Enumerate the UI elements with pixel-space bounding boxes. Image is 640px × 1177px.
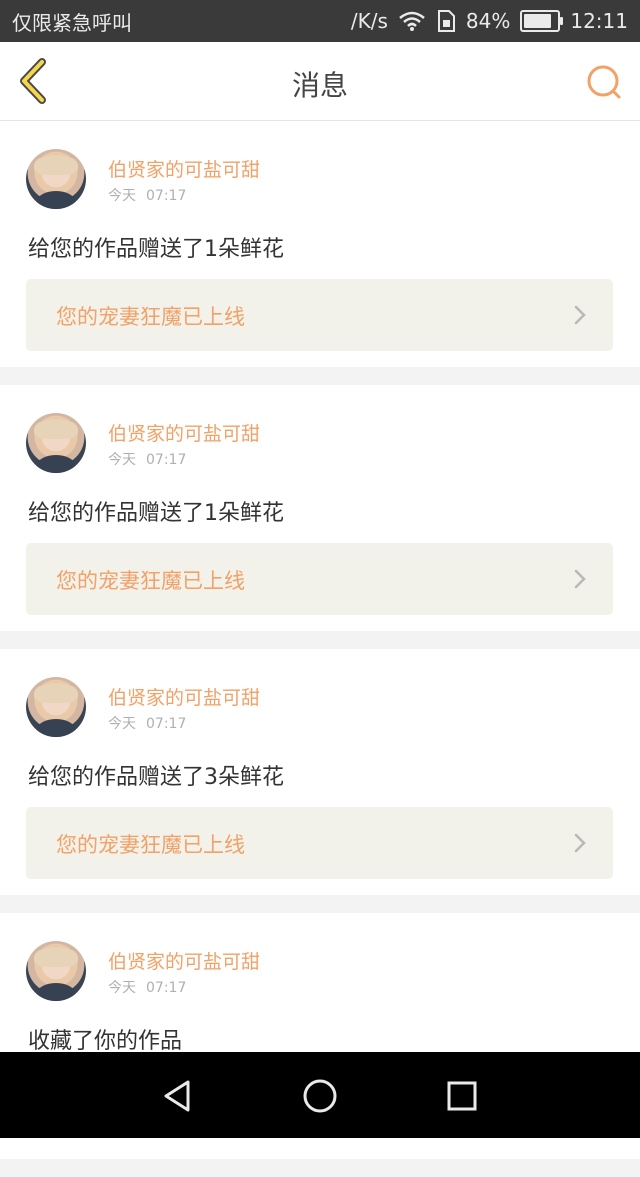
network-speed: /K/s — [350, 9, 388, 33]
work-title: 您的宠妻狂魔已上线 — [56, 305, 245, 329]
wifi-icon — [399, 11, 425, 31]
message-list: 伯贤家的可盐可甜 今天 07:17 给您的作品赠送了1朵鲜花 您的宠妻狂魔已上线 … — [0, 121, 640, 1177]
timestamp: 今天 07:17 — [108, 188, 187, 204]
battery-icon — [520, 10, 564, 32]
message-card[interactable]: 伯贤家的可盐可甜 今天 07:17 给您的作品赠送了1朵鲜花 您的宠妻狂魔已上线 — [0, 385, 640, 631]
status-bar: 仅限紧急呼叫 /K/s 84% 12:11 — [0, 0, 640, 42]
page-title: 消息 — [291, 69, 348, 102]
sim-icon — [437, 10, 455, 32]
timestamp: 今天 07:17 — [108, 980, 187, 996]
back-triangle-icon[interactable] — [158, 1076, 198, 1116]
avatar[interactable] — [26, 677, 86, 737]
message-card[interactable]: 伯贤家的可盐可甜 今天 07:17 给您的作品赠送了3朵鲜花 您的宠妻狂魔已上线 — [0, 649, 640, 895]
header-bar: 消息 — [0, 42, 640, 121]
timestamp: 今天 07:17 — [108, 716, 187, 732]
sender-name[interactable]: 伯贤家的可盐可甜 — [108, 947, 260, 974]
work-link[interactable]: 您的宠妻狂魔已上线 — [26, 279, 613, 351]
battery-percent: 84% — [465, 9, 511, 33]
clock: 12:11 — [570, 9, 628, 33]
avatar[interactable] — [26, 149, 86, 209]
timestamp: 今天 07:17 — [108, 452, 187, 468]
sender-name[interactable]: 伯贤家的可盐可甜 — [108, 683, 260, 710]
system-nav-bar — [0, 1052, 640, 1138]
avatar[interactable] — [26, 413, 86, 473]
work-title: 您的宠妻狂魔已上线 — [56, 569, 245, 593]
message-text: 给您的作品赠送了3朵鲜花 — [28, 765, 284, 790]
work-link[interactable]: 您的宠妻狂魔已上线 — [26, 807, 613, 879]
chevron-right-icon — [574, 305, 586, 325]
work-link[interactable]: 您的宠妻狂魔已上线 — [26, 543, 613, 615]
message-text: 给您的作品赠送了1朵鲜花 — [28, 501, 284, 526]
message-text: 给您的作品赠送了1朵鲜花 — [28, 237, 284, 262]
chevron-right-icon — [574, 833, 586, 853]
search-icon[interactable] — [584, 62, 624, 102]
avatar[interactable] — [26, 941, 86, 1001]
status-emergency-text: 仅限紧急呼叫 — [12, 10, 132, 35]
work-title: 您的宠妻狂魔已上线 — [56, 833, 245, 857]
recents-square-icon[interactable] — [442, 1076, 482, 1116]
home-circle-icon[interactable] — [300, 1076, 340, 1116]
chevron-right-icon — [574, 569, 586, 589]
message-text: 收藏了你的作品 — [28, 1029, 183, 1054]
message-card[interactable]: 伯贤家的可盐可甜 今天 07:17 给您的作品赠送了1朵鲜花 您的宠妻狂魔已上线 — [0, 121, 640, 367]
sender-name[interactable]: 伯贤家的可盐可甜 — [108, 155, 260, 182]
sender-name[interactable]: 伯贤家的可盐可甜 — [108, 419, 260, 446]
